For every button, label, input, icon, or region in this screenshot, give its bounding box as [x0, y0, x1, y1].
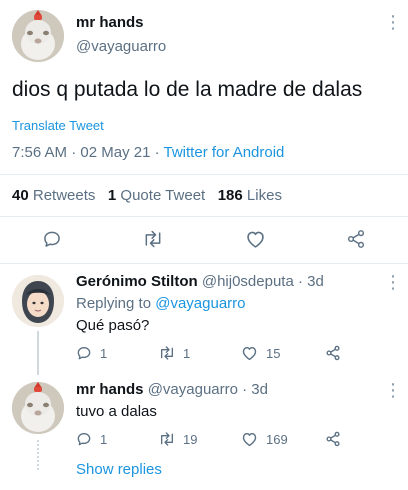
author-display-name[interactable]: mr hands: [76, 14, 144, 31]
reply-text: Qué pasó?: [76, 317, 150, 334]
like-icon[interactable]: [245, 229, 266, 249]
thread-connector-dotted: [37, 440, 39, 470]
thread-connector-line: [37, 331, 39, 375]
avatar[interactable]: [12, 382, 64, 434]
likes-label: Likes: [246, 187, 282, 204]
like-icon[interactable]: [241, 345, 258, 361]
more-options-icon[interactable]: ⋮: [384, 273, 402, 291]
quotes-count: 1: [107, 187, 117, 204]
tweet-client-link[interactable]: Twitter for Android: [164, 144, 285, 161]
like-icon[interactable]: [241, 431, 258, 447]
divider: [0, 216, 408, 217]
replying-to-handle-link[interactable]: @vayaguarro: [155, 295, 245, 312]
quotes-label: Quote Tweet: [120, 187, 206, 204]
reply-author-name[interactable]: mr hands: [76, 381, 144, 398]
tweet-text: dios q putada lo de la madre de dalas: [12, 78, 363, 101]
retweet-icon[interactable]: [158, 431, 176, 447]
like-count: 15: [266, 346, 281, 361]
reply-age: · 3d: [242, 381, 268, 398]
more-options-icon[interactable]: ⋮: [384, 13, 402, 31]
retweets-label: Retweets: [32, 187, 96, 204]
likes-stat[interactable]: 186 Likes: [218, 187, 282, 204]
share-icon[interactable]: [325, 431, 341, 447]
reply-count: 1: [100, 432, 108, 447]
reply-author-name[interactable]: Gerónimo Stilton: [76, 273, 198, 290]
reply-author-handle[interactable]: @vayaguarro: [148, 381, 238, 398]
divider: [0, 263, 408, 264]
retweet-icon[interactable]: [158, 345, 176, 361]
replying-to-prefix: Replying to: [76, 295, 152, 312]
replying-to: Replying to @vayaguarro: [76, 295, 246, 312]
mouse-avatar-icon: [12, 275, 64, 327]
tweet-date[interactable]: 02 May 21: [80, 144, 150, 161]
share-icon[interactable]: [346, 229, 366, 249]
tweet-timestamp: 7:56 AM · 02 May 21 · Twitter for Androi…: [12, 144, 284, 161]
translate-tweet-link[interactable]: Translate Tweet: [12, 118, 104, 133]
reply-count: 1: [100, 346, 108, 361]
like-count: 169: [266, 432, 288, 447]
timestamp-separator: ·: [71, 144, 77, 161]
divider: [0, 174, 408, 175]
likes-count: 186: [217, 187, 243, 204]
retweet-count: 19: [183, 432, 198, 447]
reply-header: Gerónimo Stilton @hij0sdeputa · 3d: [76, 273, 324, 290]
retweet-count: 1: [183, 346, 191, 361]
retweets-count: 40: [12, 187, 29, 204]
author-handle[interactable]: @vayaguarro: [76, 38, 166, 55]
reply-age: · 3d: [297, 273, 324, 290]
avatar[interactable]: [12, 10, 64, 62]
reply-text: tuvo a dalas: [76, 403, 157, 420]
reply-icon[interactable]: [42, 229, 62, 249]
reply-icon[interactable]: [76, 431, 92, 447]
quotes-stat[interactable]: 1 Quote Tweet: [108, 187, 205, 204]
dog-avatar-icon: [12, 382, 64, 434]
dog-avatar-icon: [12, 10, 64, 62]
more-options-icon[interactable]: ⋮: [384, 381, 402, 399]
reply-author-handle[interactable]: @hij0sdeputa: [202, 273, 294, 290]
share-icon[interactable]: [325, 345, 341, 361]
avatar[interactable]: [12, 275, 64, 327]
show-replies-link[interactable]: Show replies: [76, 461, 162, 478]
timestamp-separator: ·: [154, 144, 160, 161]
tweet-stats: 40 Retweets 1 Quote Tweet 186 Likes: [12, 187, 282, 204]
reply-icon[interactable]: [76, 345, 92, 361]
reply-header: mr hands @vayaguarro · 3d: [76, 381, 268, 398]
retweets-stat[interactable]: 40 Retweets: [12, 187, 95, 204]
tweet-time[interactable]: 7:56 AM: [12, 144, 67, 161]
retweet-icon[interactable]: [142, 229, 164, 249]
